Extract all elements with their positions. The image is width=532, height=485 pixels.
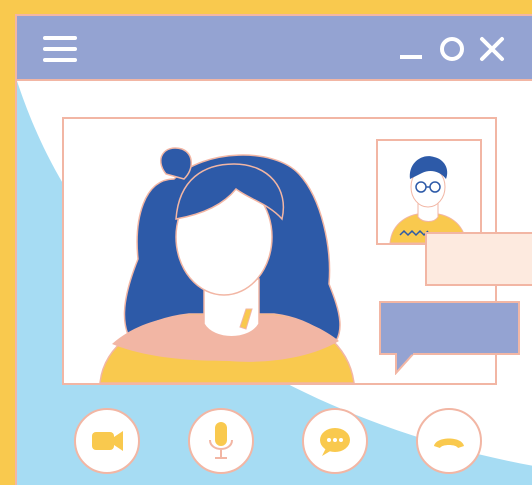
video-camera-icon — [92, 431, 123, 451]
chat-bubble-blue — [379, 301, 520, 355]
hamburger-menu-icon[interactable] — [43, 36, 77, 62]
chat-bubble-tail — [395, 353, 415, 375]
minimize-icon[interactable] — [397, 35, 425, 63]
close-icon[interactable] — [478, 35, 506, 63]
microphone-button[interactable] — [188, 408, 254, 474]
app-window — [15, 14, 532, 485]
chat-icon — [320, 428, 350, 456]
title-bar — [17, 16, 532, 81]
man-avatar — [389, 156, 467, 243]
microphone-icon — [209, 422, 233, 459]
camera-button[interactable] — [74, 408, 140, 474]
chat-bubble-peach — [425, 232, 532, 286]
hang-up-icon — [434, 438, 464, 448]
hang-up-button[interactable] — [416, 408, 482, 474]
self-view-video[interactable] — [376, 139, 482, 245]
maximize-icon[interactable] — [438, 35, 466, 63]
chat-button[interactable] — [302, 408, 368, 474]
